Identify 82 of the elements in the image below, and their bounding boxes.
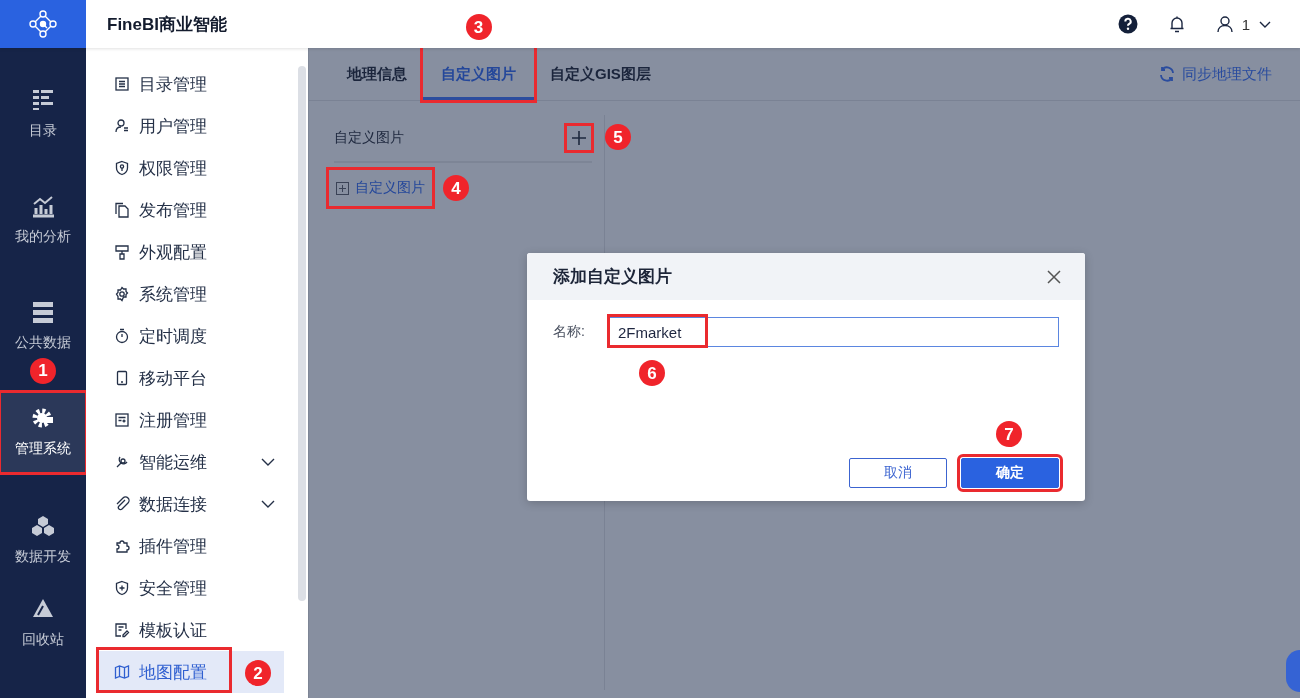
bar-chart-icon (31, 193, 55, 218)
menu-item[interactable]: 智能运维 (86, 441, 284, 483)
menu-label: 模板认证 (139, 619, 207, 642)
nav-item[interactable]: 回收站 (0, 592, 86, 654)
nav-label: 目录 (29, 121, 57, 140)
nav-item[interactable]: 我的分析 (0, 188, 86, 251)
shield-icon (114, 160, 130, 176)
menu-label: 数据连接 (139, 493, 207, 516)
menu-item[interactable]: 权限管理 (86, 147, 284, 189)
user-icon (114, 118, 130, 134)
menu-label: 地图配置 (139, 661, 207, 684)
menu-item[interactable]: 数据连接 (86, 483, 284, 525)
brush-icon (114, 244, 130, 260)
form-icon (114, 412, 130, 428)
nav-item[interactable]: 公共数据 (0, 294, 86, 357)
cancel-button[interactable]: 取消 (849, 458, 947, 488)
map-icon (114, 664, 130, 680)
user-name[interactable]: 1 (1241, 15, 1250, 33)
menu-item[interactable]: 目录管理 (86, 63, 284, 105)
nav-label: 数据开发 (15, 548, 71, 567)
database-icon (31, 299, 55, 324)
plus-icon (571, 130, 587, 146)
menu-item[interactable]: 外观配置 (86, 231, 284, 273)
menu-item[interactable]: 系统管理 (86, 273, 284, 315)
menu-label: 插件管理 (139, 535, 207, 558)
shield-icon (114, 580, 130, 596)
step-badge: 5 (605, 124, 631, 150)
nav-label: 管理系统 (15, 440, 71, 459)
help-icon[interactable] (1117, 14, 1138, 34)
step-badge: 7 (996, 421, 1022, 447)
menu-label: 智能运维 (139, 451, 207, 474)
menu-item[interactable]: 移动平台 (86, 357, 284, 399)
nav-item[interactable]: 目录 (0, 83, 86, 145)
menu-item[interactable]: 模板认证 (86, 609, 284, 651)
document-pen-icon (114, 622, 130, 638)
menu-label: 目录管理 (139, 73, 207, 96)
menu-label: 发布管理 (139, 199, 207, 222)
tab[interactable]: 自定义GIS图层 (542, 48, 659, 100)
menu-item[interactable]: 插件管理 (86, 525, 284, 567)
name-field[interactable]: 2Fmarket (609, 317, 1059, 347)
scrollbar[interactable] (298, 66, 306, 601)
menu-label: 定时调度 (139, 325, 207, 348)
logo-icon[interactable] (0, 0, 86, 48)
menu-item[interactable]: 注册管理 (86, 399, 284, 441)
expand-icon[interactable] (336, 181, 349, 195)
menu-label: 外观配置 (139, 241, 207, 264)
app-title: FineBI商业智能 (107, 13, 227, 36)
cubes-icon (31, 514, 55, 539)
nav-label: 公共数据 (15, 333, 71, 352)
step-badge: 1 (30, 357, 56, 384)
stopwatch-icon (114, 328, 130, 344)
menu-label: 安全管理 (139, 577, 207, 600)
menu-label: 权限管理 (139, 157, 207, 180)
tab[interactable]: 地理信息 (339, 48, 415, 100)
close-icon[interactable] (1047, 269, 1061, 284)
menu-label: 注册管理 (139, 409, 207, 432)
paperclip-icon (114, 496, 130, 512)
refresh-icon (1158, 65, 1176, 83)
puzzle-icon (114, 538, 130, 554)
menu-item[interactable]: 安全管理 (86, 567, 284, 609)
nav-item[interactable]: 数据开发 (0, 509, 86, 572)
menu-item[interactable]: 定时调度 (86, 315, 284, 357)
field-label: 名称: (553, 323, 586, 341)
wrench-icon (114, 454, 130, 470)
menu-item[interactable]: 发布管理 (86, 189, 284, 231)
list-icon (114, 76, 130, 92)
phone-icon (114, 370, 130, 386)
nav-label: 回收站 (22, 631, 64, 649)
nav-label: 我的分析 (15, 227, 71, 246)
panel-title: 自定义图片 (334, 129, 404, 147)
menu-item[interactable]: 用户管理 (86, 105, 284, 147)
copy-icon (114, 202, 130, 218)
user-icon[interactable] (1215, 15, 1234, 33)
dialog-title: 添加自定义图片 (553, 266, 672, 288)
menu-label: 系统管理 (139, 283, 207, 306)
step-badge: 4 (443, 175, 469, 201)
list-icon (31, 87, 55, 112)
step-badge: 2 (245, 660, 271, 686)
tree-label: 自定义图片 (355, 179, 425, 197)
menu-label: 用户管理 (139, 115, 207, 138)
step-badge: 6 (639, 360, 665, 386)
menu-label: 移动平台 (139, 367, 207, 390)
